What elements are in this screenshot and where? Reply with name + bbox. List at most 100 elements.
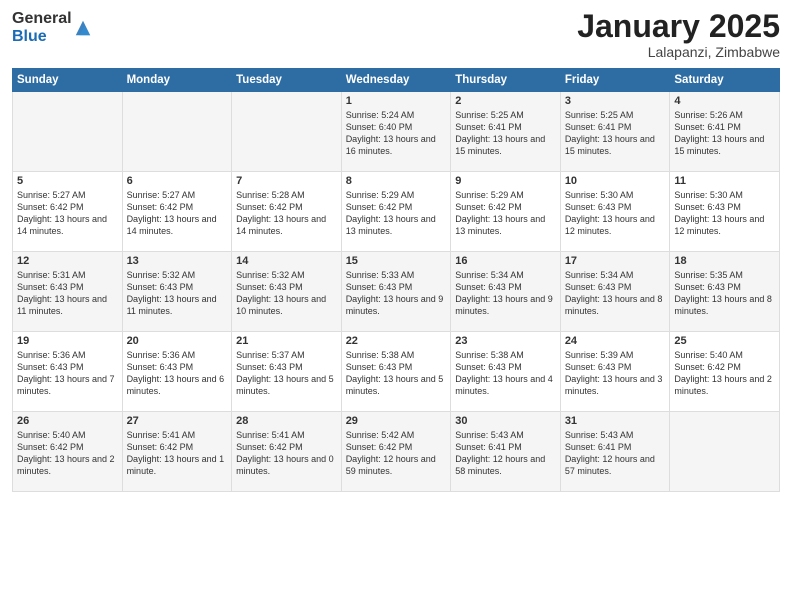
- day-number: 18: [674, 255, 775, 267]
- cell-info: Sunrise: 5:40 AMSunset: 6:42 PMDaylight:…: [17, 429, 118, 478]
- col-tuesday: Tuesday: [232, 69, 342, 92]
- day-number: 19: [17, 335, 118, 347]
- cell-info: Sunrise: 5:33 AMSunset: 6:43 PMDaylight:…: [346, 269, 447, 318]
- week-row-1: 1Sunrise: 5:24 AMSunset: 6:40 PMDaylight…: [13, 92, 780, 172]
- cell-info: Sunrise: 5:37 AMSunset: 6:43 PMDaylight:…: [236, 349, 337, 398]
- cell-1-6: 3 Sunrise: 5:25 AMSunset: 6:41 PMDaylight…: [560, 92, 670, 172]
- col-friday: Friday: [560, 69, 670, 92]
- cell-info: Sunrise: 5:40 AMSunset: 6:42 PMDaylight:…: [674, 349, 775, 398]
- cell-info: Sunrise: 5:41 AMSunset: 6:42 PMDaylight:…: [236, 429, 337, 478]
- cell-info: Sunrise: 5:27 AMSunset: 6:42 PMDaylight:…: [127, 189, 228, 238]
- cell-info: Sunrise: 5:26 AMSunset: 6:41 PMDaylight:…: [674, 109, 775, 158]
- day-number: 28: [236, 415, 337, 427]
- week-row-4: 19 Sunrise: 5:36 AMSunset: 6:43 PMDayligh…: [13, 332, 780, 412]
- cell-1-4: 1Sunrise: 5:24 AMSunset: 6:40 PMDaylight…: [341, 92, 451, 172]
- cell-info: Sunrise: 5:43 AMSunset: 6:41 PMDaylight:…: [455, 429, 556, 478]
- day-number: 3: [565, 95, 666, 107]
- cell-info: Sunrise: 5:32 AMSunset: 6:43 PMDaylight:…: [236, 269, 337, 318]
- cell-info: Sunrise: 5:27 AMSunset: 6:42 PMDaylight:…: [17, 189, 118, 238]
- col-sunday: Sunday: [13, 69, 123, 92]
- cell-5-5: 30Sunrise: 5:43 AMSunset: 6:41 PMDayligh…: [451, 412, 561, 492]
- cell-info: Sunrise: 5:30 AMSunset: 6:43 PMDaylight:…: [674, 189, 775, 238]
- day-number: 14: [236, 255, 337, 267]
- cell-4-5: 23 Sunrise: 5:38 AMSunset: 6:43 PMDayligh…: [451, 332, 561, 412]
- cell-info: Sunrise: 5:36 AMSunset: 6:43 PMDaylight:…: [127, 349, 228, 398]
- cell-info: Sunrise: 5:36 AMSunset: 6:43 PMDaylight:…: [17, 349, 118, 398]
- cell-3-4: 15 Sunrise: 5:33 AMSunset: 6:43 PMDayligh…: [341, 252, 451, 332]
- calendar-table: Sunday Monday Tuesday Wednesday Thursday…: [12, 68, 780, 492]
- cell-5-4: 29 Sunrise: 5:42 AMSunset: 6:42 PMDayligh…: [341, 412, 451, 492]
- day-number: 15: [346, 255, 447, 267]
- week-row-3: 12Sunrise: 5:31 AMSunset: 6:43 PMDayligh…: [13, 252, 780, 332]
- logo-icon: [74, 19, 92, 37]
- cell-4-4: 22 Sunrise: 5:38 AMSunset: 6:43 PMDayligh…: [341, 332, 451, 412]
- cell-4-7: 25 Sunrise: 5:40 AMSunset: 6:42 PMDayligh…: [670, 332, 780, 412]
- cell-info: Sunrise: 5:35 AMSunset: 6:43 PMDaylight:…: [674, 269, 775, 318]
- cell-info: Sunrise: 5:25 AMSunset: 6:41 PMDaylight:…: [565, 109, 666, 158]
- cell-1-2: [122, 92, 232, 172]
- col-saturday: Saturday: [670, 69, 780, 92]
- cell-info: Sunrise: 5:28 AMSunset: 6:42 PMDaylight:…: [236, 189, 337, 238]
- cell-info: Sunrise: 5:30 AMSunset: 6:43 PMDaylight:…: [565, 189, 666, 238]
- cell-2-2: 6Sunrise: 5:27 AMSunset: 6:42 PMDaylight…: [122, 172, 232, 252]
- cell-info: Sunrise: 5:41 AMSunset: 6:42 PMDaylight:…: [127, 429, 228, 478]
- day-number: 13: [127, 255, 228, 267]
- cell-info: Sunrise: 5:38 AMSunset: 6:43 PMDaylight:…: [346, 349, 447, 398]
- cell-info: Sunrise: 5:43 AMSunset: 6:41 PMDaylight:…: [565, 429, 666, 478]
- page-container: General Blue January 2025 Lalapanzi, Zim…: [0, 0, 792, 612]
- day-number: 23: [455, 335, 556, 347]
- day-number: 27: [127, 415, 228, 427]
- day-number: 17: [565, 255, 666, 267]
- week-row-2: 5 Sunrise: 5:27 AMSunset: 6:42 PMDaylight…: [13, 172, 780, 252]
- cell-3-2: 13 Sunrise: 5:32 AMSunset: 6:43 PMDayligh…: [122, 252, 232, 332]
- cell-info: Sunrise: 5:39 AMSunset: 6:43 PMDaylight:…: [565, 349, 666, 398]
- cell-3-1: 12Sunrise: 5:31 AMSunset: 6:43 PMDayligh…: [13, 252, 123, 332]
- cell-info: Sunrise: 5:34 AMSunset: 6:43 PMDaylight:…: [455, 269, 556, 318]
- day-number: 8: [346, 175, 447, 187]
- cell-5-1: 26 Sunrise: 5:40 AMSunset: 6:42 PMDayligh…: [13, 412, 123, 492]
- cell-3-3: 14 Sunrise: 5:32 AMSunset: 6:43 PMDayligh…: [232, 252, 342, 332]
- month-title: January 2025: [577, 10, 780, 42]
- day-number: 29: [346, 415, 447, 427]
- cell-2-5: 9 Sunrise: 5:29 AMSunset: 6:42 PMDaylight…: [451, 172, 561, 252]
- cell-info: Sunrise: 5:38 AMSunset: 6:43 PMDaylight:…: [455, 349, 556, 398]
- cell-info: Sunrise: 5:29 AMSunset: 6:42 PMDaylight:…: [455, 189, 556, 238]
- cell-info: Sunrise: 5:29 AMSunset: 6:42 PMDaylight:…: [346, 189, 447, 238]
- cell-3-6: 17 Sunrise: 5:34 AMSunset: 6:43 PMDayligh…: [560, 252, 670, 332]
- col-wednesday: Wednesday: [341, 69, 451, 92]
- day-number: 21: [236, 335, 337, 347]
- cell-1-1: [13, 92, 123, 172]
- day-number: 9: [455, 175, 556, 187]
- col-thursday: Thursday: [451, 69, 561, 92]
- cell-4-2: 20 Sunrise: 5:36 AMSunset: 6:43 PMDayligh…: [122, 332, 232, 412]
- cell-info: Sunrise: 5:42 AMSunset: 6:42 PMDaylight:…: [346, 429, 447, 478]
- cell-info: Sunrise: 5:34 AMSunset: 6:43 PMDaylight:…: [565, 269, 666, 318]
- cell-5-7: [670, 412, 780, 492]
- cell-1-7: 4Sunrise: 5:26 AMSunset: 6:41 PMDaylight…: [670, 92, 780, 172]
- cell-3-7: 18 Sunrise: 5:35 AMSunset: 6:43 PMDayligh…: [670, 252, 780, 332]
- day-number: 22: [346, 335, 447, 347]
- cell-4-3: 21 Sunrise: 5:37 AMSunset: 6:43 PMDayligh…: [232, 332, 342, 412]
- cell-5-6: 31 Sunrise: 5:43 AMSunset: 6:41 PMDayligh…: [560, 412, 670, 492]
- day-number: 5: [17, 175, 118, 187]
- day-number: 25: [674, 335, 775, 347]
- title-area: January 2025 Lalapanzi, Zimbabwe: [577, 10, 780, 60]
- cell-1-5: 2Sunrise: 5:25 AMSunset: 6:41 PMDaylight…: [451, 92, 561, 172]
- day-number: 26: [17, 415, 118, 427]
- col-monday: Monday: [122, 69, 232, 92]
- cell-4-1: 19 Sunrise: 5:36 AMSunset: 6:43 PMDayligh…: [13, 332, 123, 412]
- week-row-5: 26 Sunrise: 5:40 AMSunset: 6:42 PMDayligh…: [13, 412, 780, 492]
- cell-info: Sunrise: 5:32 AMSunset: 6:43 PMDaylight:…: [127, 269, 228, 318]
- cell-info: Sunrise: 5:31 AMSunset: 6:43 PMDaylight:…: [17, 269, 118, 318]
- location: Lalapanzi, Zimbabwe: [577, 44, 780, 60]
- logo: General Blue: [12, 10, 92, 45]
- day-number: 24: [565, 335, 666, 347]
- day-number: 20: [127, 335, 228, 347]
- day-number: 7: [236, 175, 337, 187]
- cell-2-3: 7 Sunrise: 5:28 AMSunset: 6:42 PMDaylight…: [232, 172, 342, 252]
- day-number: 11: [674, 175, 775, 187]
- day-number: 31: [565, 415, 666, 427]
- day-number: 10: [565, 175, 666, 187]
- day-number: 16: [455, 255, 556, 267]
- cell-info: Sunrise: 5:25 AMSunset: 6:41 PMDaylight:…: [455, 109, 556, 158]
